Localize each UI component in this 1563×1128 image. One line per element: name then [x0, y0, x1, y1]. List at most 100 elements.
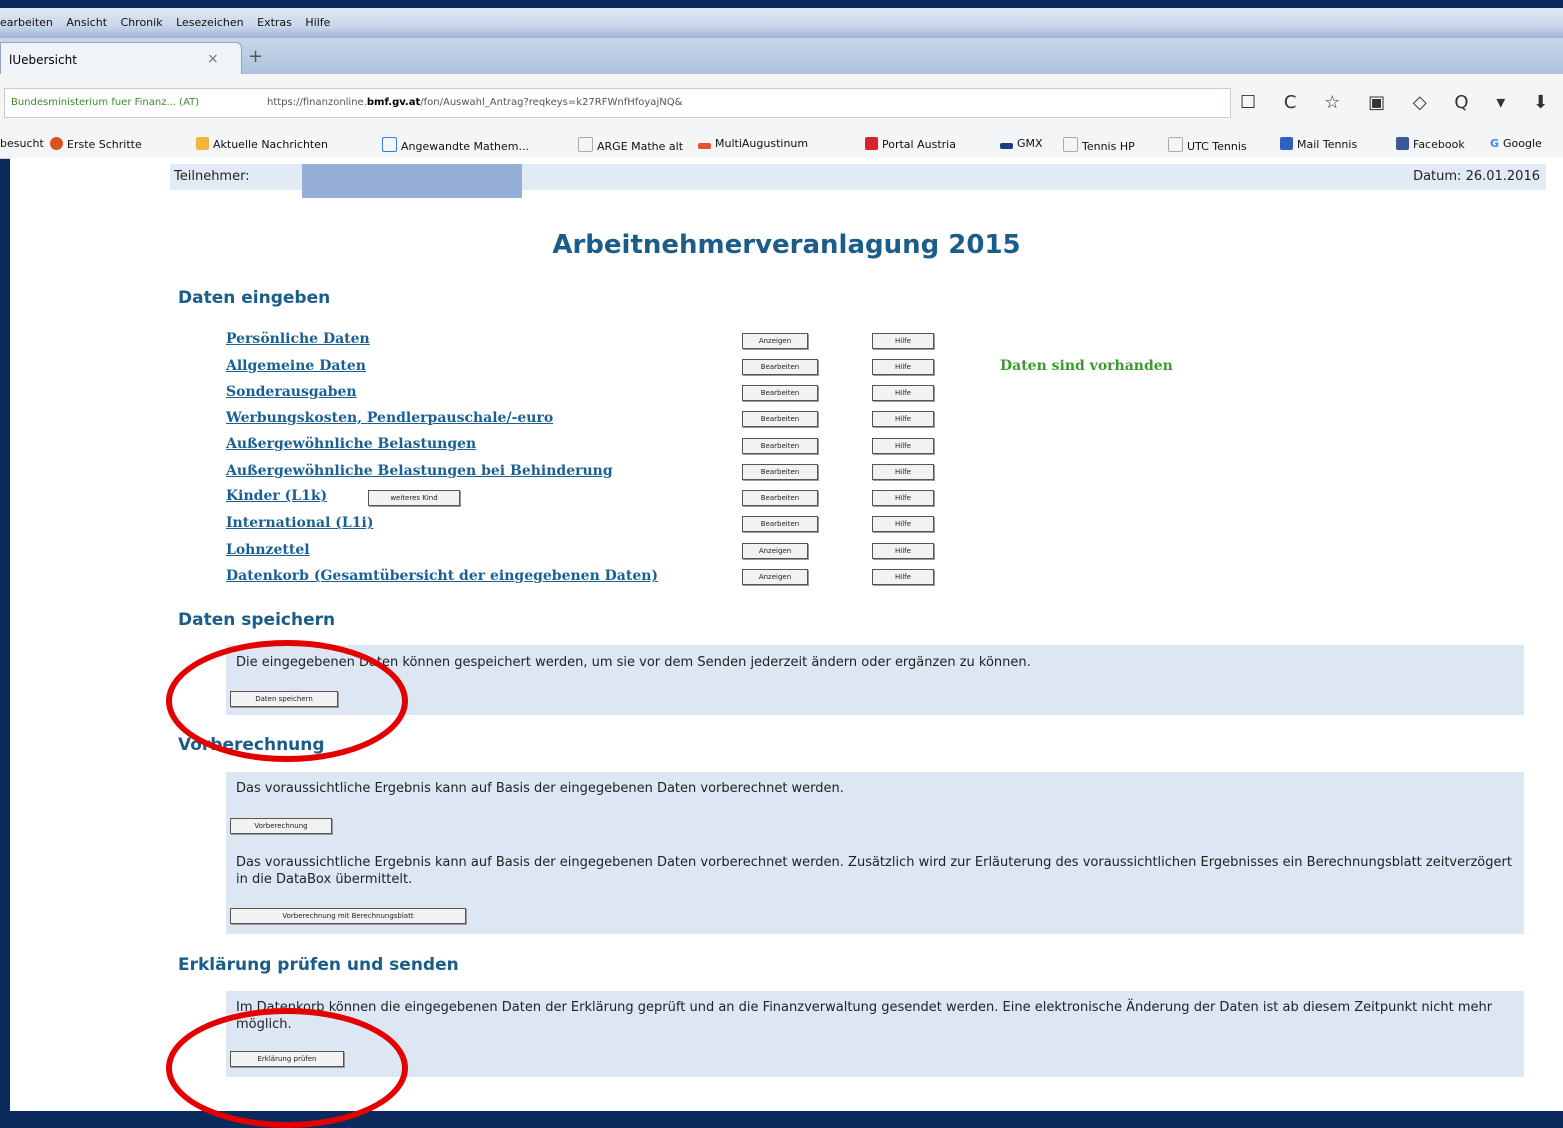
bookmark-icon: [865, 137, 878, 150]
edit-button[interactable]: Bearbeiten: [742, 359, 818, 375]
bookmark-icon: [578, 137, 593, 152]
edit-button[interactable]: Bearbeiten: [742, 464, 818, 480]
menu-bar: earbeiten Ansicht Chronik Lesezeichen Ex…: [0, 8, 1563, 38]
annotation-circle: [166, 640, 408, 762]
precalc-button[interactable]: Vorberechnung: [230, 818, 332, 834]
bookmark-nachrichten[interactable]: Aktuelle Nachrichten: [196, 137, 328, 151]
google-icon: G: [1490, 137, 1500, 150]
participant-name-redacted: [302, 164, 522, 198]
link-datenkorb[interactable]: Datenkorb (Gesamtübersicht der eingegebe…: [226, 568, 658, 584]
edit-button[interactable]: Bearbeiten: [742, 516, 818, 532]
add-child-button[interactable]: weiteres Kind: [368, 490, 460, 506]
bookmark-icon: [382, 137, 397, 152]
dropdown-icon[interactable]: ▾: [1496, 92, 1505, 113]
bookmark-icon: [1063, 137, 1078, 152]
link-lohnzettel[interactable]: Lohnzettel: [226, 542, 310, 558]
annotation-circle: [166, 1008, 408, 1128]
bookmark-mathem[interactable]: Angewandte Mathem...: [382, 137, 529, 153]
reader-view-icon[interactable]: ☐: [1240, 92, 1256, 113]
help-button[interactable]: Hilfe: [872, 464, 934, 480]
section-heading-daten-speichern: Daten speichern: [178, 610, 336, 630]
menu-help[interactable]: Hilfe: [305, 16, 330, 29]
bookmarks-bar: besucht Erste Schritte Aktuelle Nachrich…: [0, 130, 1563, 159]
bookmark-list-icon[interactable]: ▣: [1368, 92, 1385, 113]
help-button[interactable]: Hilfe: [872, 359, 934, 375]
bookmark-icon: [1280, 137, 1293, 150]
date-label: Datum: 26.01.2016: [1413, 169, 1540, 184]
menu-bookmarks[interactable]: Lesezeichen: [176, 16, 244, 29]
bookmark-icon: [1000, 143, 1013, 149]
link-belastungen-behinderung[interactable]: Außergewöhnliche Belastungen bei Behinde…: [226, 463, 613, 479]
link-kinder[interactable]: Kinder (L1k): [226, 488, 327, 504]
menu-view[interactable]: Ansicht: [66, 16, 107, 29]
bookmark-icon: [196, 137, 209, 150]
tab-bar: lUebersicht × +: [0, 38, 1563, 75]
help-button[interactable]: Hilfe: [872, 543, 934, 559]
bookmark-icon: [1168, 137, 1183, 152]
close-icon[interactable]: ×: [207, 51, 219, 67]
participant-label: Teilnehmer:: [174, 169, 250, 184]
bookmark-facebook[interactable]: Facebook: [1396, 137, 1465, 151]
show-button[interactable]: Anzeigen: [742, 569, 808, 585]
check-description: Im Datenkorb können die eingegebenen Dat…: [236, 1000, 1493, 1032]
help-button[interactable]: Hilfe: [872, 438, 934, 454]
save-panel: Die eingegebenen Daten können gespeicher…: [226, 645, 1524, 715]
pocket-icon[interactable]: ◇: [1413, 92, 1427, 113]
bookmark-erste-schritte[interactable]: Erste Schritte: [50, 137, 142, 151]
bookmark-utc-tennis[interactable]: UTC Tennis: [1168, 137, 1247, 153]
help-button[interactable]: Hilfe: [872, 490, 934, 506]
edit-button[interactable]: Bearbeiten: [742, 490, 818, 506]
url-text: https://finanzonline.bmf.gv.at/fon/Auswa…: [267, 97, 683, 108]
help-button[interactable]: Hilfe: [872, 516, 934, 532]
bookmark-tennis-hp[interactable]: Tennis HP: [1063, 137, 1135, 153]
search-q-icon[interactable]: Q: [1454, 92, 1468, 113]
menu-history[interactable]: Chronik: [121, 16, 163, 29]
new-tab-icon[interactable]: +: [248, 46, 263, 67]
edit-button[interactable]: Bearbeiten: [742, 438, 818, 454]
bookmark-arge[interactable]: ARGE Mathe alt: [578, 137, 683, 153]
bookmark-besucht[interactable]: besucht: [0, 137, 44, 150]
bookmark-star-icon[interactable]: ☆: [1324, 92, 1340, 113]
address-bar[interactable]: Bundesministerium fuer Finanz... (AT) ht…: [4, 88, 1231, 118]
show-button[interactable]: Anzeigen: [742, 543, 808, 559]
bookmark-gmx[interactable]: GMX: [1000, 137, 1043, 150]
bookmark-mail-tennis[interactable]: Mail Tennis: [1280, 137, 1357, 151]
show-button[interactable]: Anzeigen: [742, 333, 808, 349]
link-allgemeine-daten[interactable]: Allgemeine Daten: [226, 358, 366, 374]
download-icon[interactable]: ⬇: [1533, 92, 1548, 113]
help-button[interactable]: Hilfe: [872, 385, 934, 401]
participant-bar: Teilnehmer: Datum: 26.01.2016: [170, 164, 1546, 198]
menu-edit[interactable]: earbeiten: [0, 16, 53, 29]
help-button[interactable]: Hilfe: [872, 569, 934, 585]
bookmark-icon: [1396, 137, 1409, 150]
link-sonderausgaben[interactable]: Sonderausgaben: [226, 384, 357, 400]
link-aussergewoehnliche-belastungen[interactable]: Außergewöhnliche Belastungen: [226, 436, 476, 452]
page-content: Teilnehmer: Datum: 26.01.2016 Arbeitnehm…: [10, 158, 1563, 1128]
save-description: Die eingegebenen Daten können gespeicher…: [236, 655, 1031, 670]
browser-tab[interactable]: lUebersicht ×: [0, 42, 242, 75]
site-identity[interactable]: Bundesministerium fuer Finanz... (AT): [11, 97, 199, 108]
bookmark-google[interactable]: G Google: [1490, 137, 1542, 150]
menu-extras[interactable]: Extras: [257, 16, 292, 29]
help-button[interactable]: Hilfe: [872, 411, 934, 427]
toolbar-icons: ☐ C ☆ ▣ ◇ Q ▾ ⬇ ⌂ ◂: [1240, 92, 1563, 113]
section-heading-daten-eingeben: Daten eingeben: [178, 288, 331, 308]
bookmark-icon: [50, 137, 63, 150]
bookmark-icon: [698, 143, 711, 149]
link-international[interactable]: International (L1i): [226, 515, 373, 531]
screenshot-frame: earbeiten Ansicht Chronik Lesezeichen Ex…: [0, 0, 1563, 1128]
link-persoenliche-daten[interactable]: Persönliche Daten: [226, 331, 370, 347]
bookmark-portal-austria[interactable]: Portal Austria: [865, 137, 956, 151]
precalc-sheet-description: Das voraussichtliche Ergebnis kann auf B…: [236, 855, 1512, 887]
edit-button[interactable]: Bearbeiten: [742, 411, 818, 427]
precalc-panel: Das voraussichtliche Ergebnis kann auf B…: [226, 772, 1524, 934]
precalc-with-sheet-button[interactable]: Vorberechnung mit Berechnungsblatt: [230, 908, 466, 924]
data-status-text: Daten sind vorhanden: [1000, 358, 1173, 374]
help-button[interactable]: Hilfe: [872, 333, 934, 349]
link-werbungskosten[interactable]: Werbungskosten, Pendlerpauschale/-euro: [226, 410, 553, 426]
reload-icon[interactable]: C: [1284, 92, 1297, 113]
navigation-bar: Bundesministerium fuer Finanz... (AT) ht…: [0, 74, 1563, 131]
edit-button[interactable]: Bearbeiten: [742, 385, 818, 401]
bookmark-multiaugustinum[interactable]: MultiAugustinum: [698, 137, 808, 150]
check-panel: Im Datenkorb können die eingegebenen Dat…: [226, 991, 1524, 1077]
